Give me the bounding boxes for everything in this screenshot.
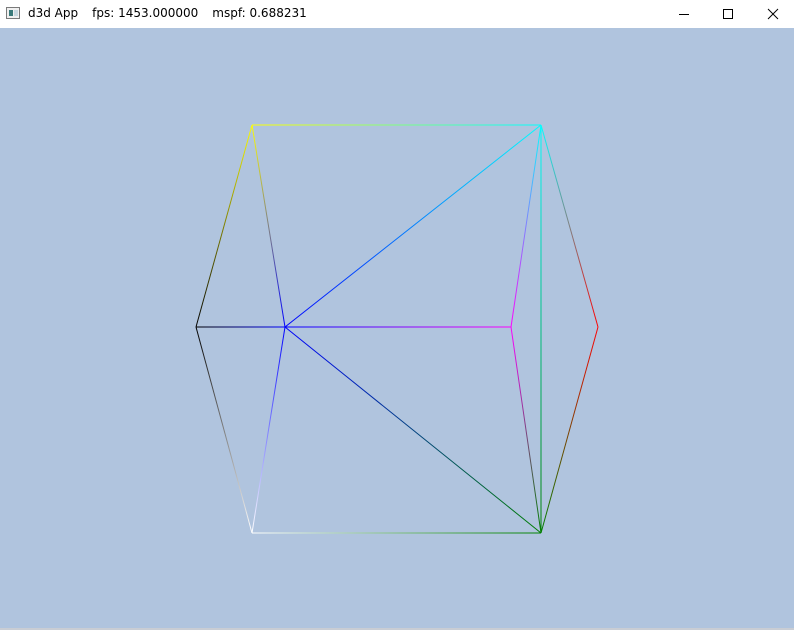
application-icon[interactable] bbox=[6, 7, 20, 19]
app-window: d3d App fps: 1453.000000 mspf: 0.688231 bbox=[0, 0, 794, 630]
close-icon bbox=[767, 8, 779, 20]
title-bar[interactable]: d3d App fps: 1453.000000 mspf: 0.688231 bbox=[0, 0, 794, 28]
minimize-button[interactable] bbox=[661, 0, 707, 28]
close-button[interactable] bbox=[750, 0, 794, 28]
render-viewport[interactable] bbox=[0, 28, 794, 628]
fps-readout: fps: 1453.000000 bbox=[92, 6, 199, 20]
viewport-background bbox=[0, 28, 794, 628]
app-title: d3d App bbox=[28, 6, 79, 20]
maximize-icon bbox=[723, 9, 733, 19]
window-title: d3d App fps: 1453.000000 mspf: 0.688231 bbox=[28, 6, 321, 20]
maximize-button[interactable] bbox=[705, 0, 751, 28]
minimize-icon bbox=[679, 14, 689, 15]
mspf-readout: mspf: 0.688231 bbox=[212, 6, 307, 20]
